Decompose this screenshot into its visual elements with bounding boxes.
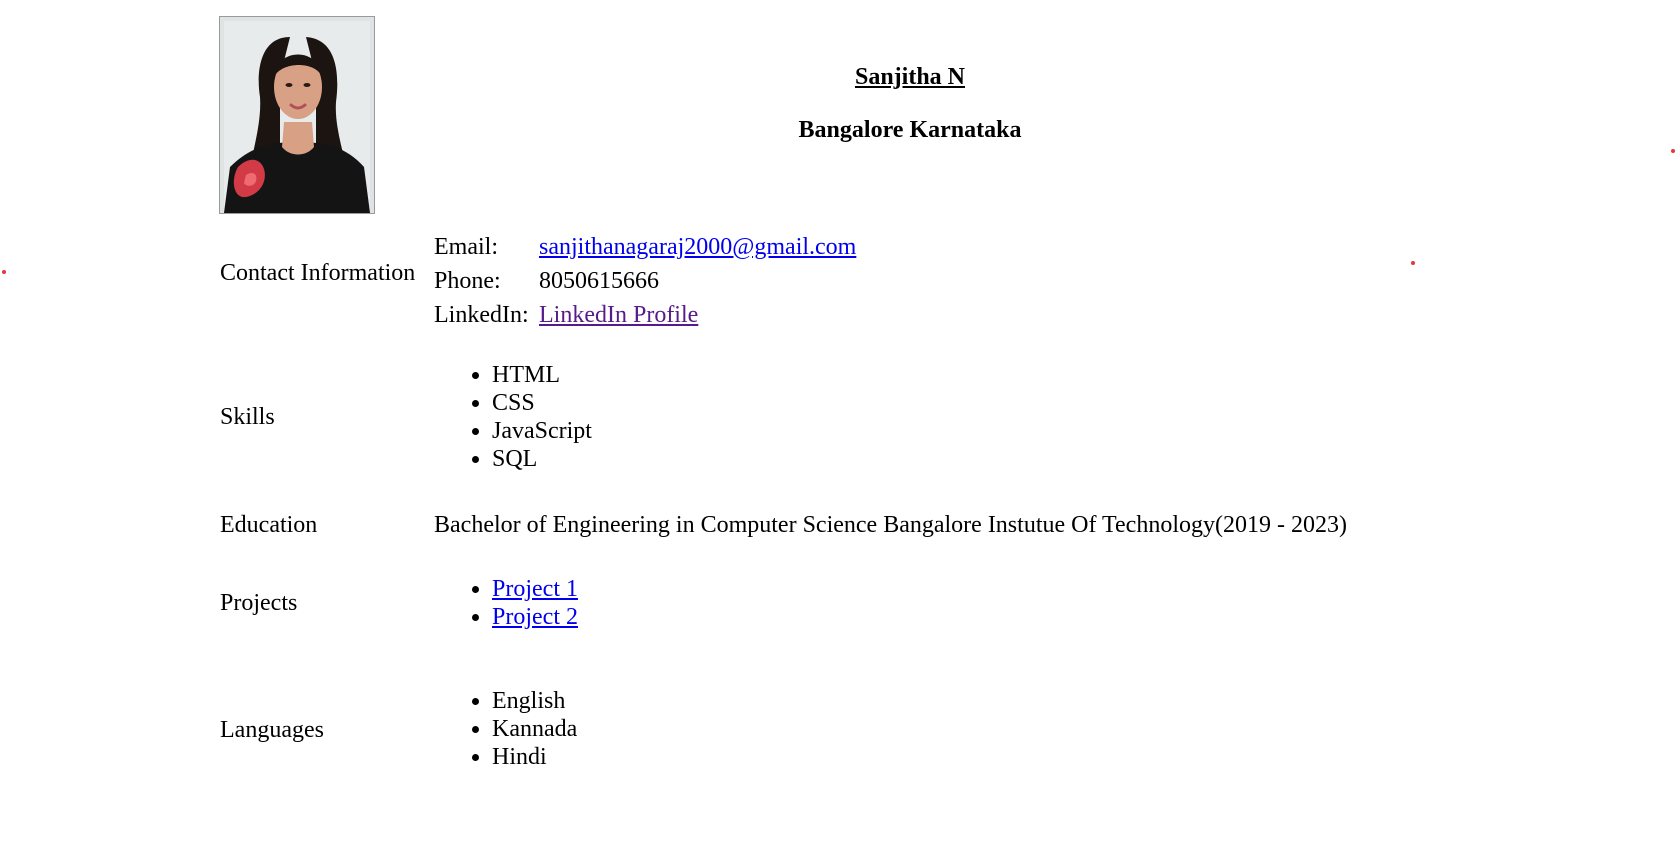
linkedin-label: LinkedIn: bbox=[434, 301, 529, 328]
contact-row-email: Email: sanjithanagaraj2000@gmail.com bbox=[434, 230, 856, 264]
skill-item-css: CSS bbox=[492, 389, 592, 417]
email-label: Email: bbox=[434, 233, 498, 260]
skill-item-sql: SQL bbox=[492, 445, 592, 473]
marker-dot bbox=[1671, 149, 1675, 153]
contact-row-phone: Phone: 8050615666 bbox=[434, 264, 856, 298]
languages-list: English Kannada Hindi bbox=[470, 687, 577, 771]
projects-label: Projects bbox=[220, 590, 298, 616]
education-label: Education bbox=[220, 512, 318, 538]
language-item-kannada: Kannada bbox=[492, 715, 577, 743]
skill-item-javascript: JavaScript bbox=[492, 417, 592, 445]
project-2-link[interactable]: Project 2 bbox=[492, 604, 578, 630]
profile-photo-icon bbox=[220, 17, 374, 213]
languages-label: Languages bbox=[220, 717, 324, 743]
email-link[interactable]: sanjithanagaraj2000@gmail.com bbox=[539, 234, 856, 260]
phone-label: Phone: bbox=[434, 267, 501, 294]
resume-name: Sanjitha N bbox=[854, 64, 966, 90]
profile-photo bbox=[219, 16, 375, 214]
linkedin-profile-link[interactable]: LinkedIn Profile bbox=[539, 302, 698, 328]
project-1-link[interactable]: Project 1 bbox=[492, 576, 578, 602]
project-item: Project 1 bbox=[492, 575, 578, 603]
language-item-english: English bbox=[492, 687, 577, 715]
marker-dot bbox=[2, 270, 6, 274]
projects-list: Project 1 Project 2 bbox=[470, 575, 578, 631]
contact-information-table: Email: sanjithanagaraj2000@gmail.com Pho… bbox=[434, 230, 856, 332]
resume-page: Sanjitha N Bangalore Karnataka Contact I… bbox=[0, 0, 1680, 848]
contact-row-linkedin: LinkedIn: LinkedIn Profile bbox=[434, 298, 856, 332]
language-item-hindi: Hindi bbox=[492, 743, 577, 771]
skill-item-html: HTML bbox=[492, 361, 592, 389]
phone-value: 8050615666 bbox=[539, 267, 659, 294]
education-value: Bachelor of Engineering in Computer Scie… bbox=[434, 512, 1347, 538]
marker-dot bbox=[1411, 261, 1415, 265]
resume-location: Bangalore Karnataka bbox=[798, 117, 1022, 143]
project-item: Project 2 bbox=[492, 603, 578, 631]
skills-label: Skills bbox=[220, 404, 275, 430]
contact-information-label: Contact Information bbox=[220, 260, 416, 286]
skills-list: HTML CSS JavaScript SQL bbox=[470, 361, 592, 473]
